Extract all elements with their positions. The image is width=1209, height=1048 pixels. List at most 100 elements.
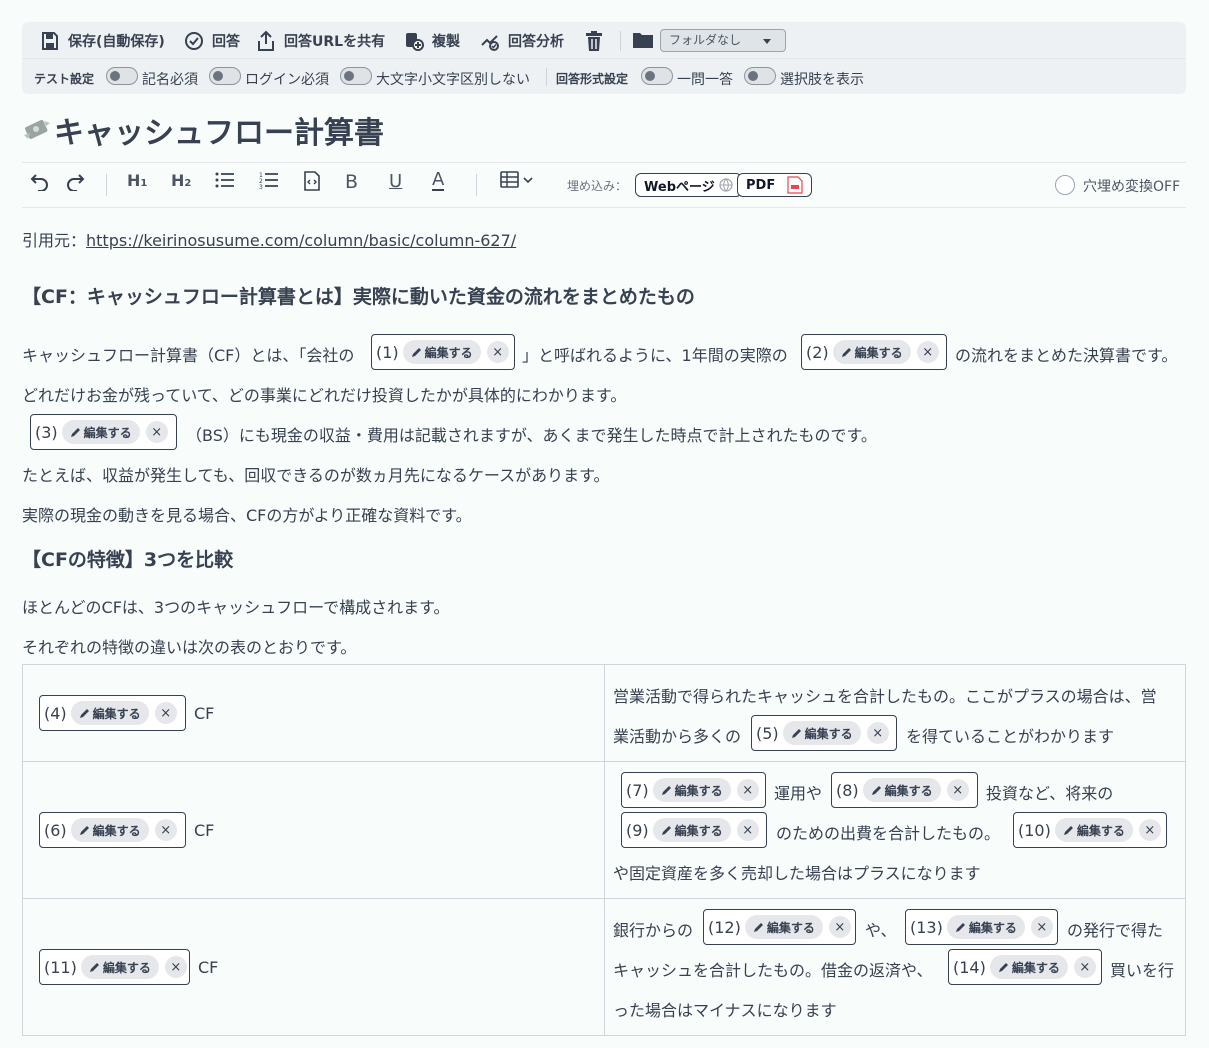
close-icon[interactable]: × (866, 722, 889, 744)
close-icon[interactable]: × (154, 702, 177, 724)
settings-panel: 保存(自動保存) 回答 回答URLを共有 複製 回答分析 フォルダなし テスト設… (22, 22, 1186, 94)
edit-blank-button[interactable]: 編集する (946, 915, 1025, 939)
edit-blank-button[interactable]: 編集する (652, 778, 731, 802)
bold-button[interactable]: B (345, 171, 358, 193)
edit-blank-label: 編集する (766, 920, 815, 935)
edit-blank-button[interactable]: 編集する (1054, 818, 1133, 842)
edit-blank-button[interactable]: 編集する (652, 818, 731, 842)
cloze-blank[interactable]: (8) 編集する × (831, 772, 978, 808)
heading1-button[interactable]: H1 (127, 171, 147, 190)
text-color-button[interactable]: A (432, 171, 445, 191)
close-icon[interactable]: × (145, 421, 168, 443)
folder-icon (633, 33, 653, 48)
answer-button[interactable]: 回答 (184, 31, 240, 51)
analysis-label: 回答分析 (508, 34, 564, 50)
edit-blank-button[interactable]: 編集する (744, 915, 823, 939)
ordered-list-button[interactable]: 123 (259, 171, 279, 189)
heading-cf-features: 【CFの特徴】3つを比較 (22, 549, 234, 571)
source-link[interactable]: https://keirinosusume.com/column/basic/c… (86, 231, 516, 250)
close-icon[interactable]: × (154, 819, 177, 841)
heading2-button[interactable]: H2 (171, 171, 191, 190)
cloze-blank[interactable]: (6) 編集する × (39, 812, 186, 848)
toolbar-divider (620, 31, 621, 51)
save-button[interactable]: 保存(自動保存) (40, 31, 165, 51)
row1-text-1: 営業活動で得られたキャッシュを合計したもの。ここがプラスの場合は、営 (613, 687, 1157, 706)
edit-blank-label: 編集する (1011, 960, 1060, 975)
pencil-icon (998, 963, 1008, 972)
embed-webpage-button[interactable]: Webページ (635, 173, 742, 197)
row3-text-5: 買いを行 (1110, 961, 1175, 980)
close-icon[interactable]: × (946, 779, 969, 801)
blank-number: (13) (910, 917, 943, 937)
close-icon[interactable]: × (486, 341, 509, 363)
close-icon[interactable]: × (1138, 819, 1161, 841)
show-choices-toggle[interactable] (744, 67, 776, 85)
cloze-blank[interactable]: (9) 編集する × (621, 812, 767, 848)
svg-text:3: 3 (259, 184, 263, 189)
cloze-blank[interactable]: (13) 編集する × (905, 909, 1058, 945)
close-icon[interactable]: × (828, 916, 851, 938)
embed-pdf-button[interactable]: PDF (737, 173, 813, 197)
cloze-blank[interactable]: (10) 編集する × (1013, 812, 1167, 848)
cloze-blank[interactable]: (14) 編集する × (948, 949, 1102, 985)
cloze-blank[interactable]: (4) 編集する × (39, 695, 186, 731)
cloze-blank[interactable]: (12) 編集する × (703, 909, 856, 945)
edit-blank-label: 編集する (424, 345, 473, 360)
blank-number: (4) (44, 703, 67, 723)
named-required-toggle[interactable] (106, 67, 138, 85)
paragraph-5: 実際の現金の動きを見る場合、CFの方がより正確な資料です。 (22, 506, 472, 525)
edit-blank-label: 編集する (884, 783, 933, 798)
cloze-blank[interactable]: (11) 編集する × (39, 949, 190, 985)
cloze-blank[interactable]: (2) 編集する × (801, 334, 947, 370)
row2-text-1: 運用や (774, 784, 823, 803)
undo-button[interactable] (30, 171, 50, 191)
close-icon[interactable]: × (164, 956, 187, 978)
edit-blank-button[interactable]: 編集する (70, 818, 149, 842)
analysis-button[interactable]: 回答分析 (480, 31, 564, 51)
cloze-convert-radio[interactable] (1055, 175, 1075, 195)
login-required-toggle[interactable] (209, 67, 241, 85)
close-icon[interactable]: × (736, 779, 759, 801)
edit-blank-button[interactable]: 編集する (70, 701, 149, 725)
duplicate-label: 複製 (432, 34, 460, 50)
cloze-blank[interactable]: (5) 編集する × (751, 715, 897, 751)
login-required-label: ログイン必須 (245, 72, 329, 88)
table-insert-button[interactable] (500, 171, 534, 189)
delete-button[interactable] (584, 30, 612, 52)
blank-number: (11) (44, 957, 77, 977)
close-icon[interactable]: × (916, 341, 939, 363)
underline-button[interactable]: U (389, 171, 402, 192)
share-icon (258, 30, 274, 51)
row2-text-2: 投資など、将来の (986, 784, 1114, 803)
cloze-blank[interactable]: (3) 編集する × (30, 414, 177, 450)
edit-blank-button[interactable]: 編集する (61, 420, 140, 444)
close-icon[interactable]: × (1073, 956, 1096, 978)
ordered-list-icon: 123 (259, 172, 278, 189)
cloze-convert-label: 穴埋め変換OFF (1083, 179, 1181, 195)
close-icon[interactable]: × (736, 819, 759, 841)
edit-blank-button[interactable]: 編集する (782, 721, 861, 745)
one-qa-label: 一問一答 (677, 72, 733, 88)
duplicate-button[interactable]: 複製 (404, 31, 460, 51)
document-title[interactable]: キャッシュフロー計算書 (54, 108, 384, 152)
blank-number: (5) (756, 723, 779, 743)
bullet-list-button[interactable] (215, 171, 235, 189)
close-icon[interactable]: × (1030, 916, 1053, 938)
code-block-button[interactable] (303, 171, 321, 191)
cloze-blank[interactable]: (7) 編集する × (621, 772, 766, 808)
folder-select[interactable]: フォルダなし (660, 29, 786, 52)
edit-blank-button[interactable]: 編集する (832, 340, 911, 364)
edit-blank-button[interactable]: 編集する (402, 340, 481, 364)
table-icon (500, 171, 519, 188)
pencil-icon (1063, 826, 1073, 835)
edit-blank-label: 編集する (102, 960, 151, 975)
cloze-blank[interactable]: (1) 編集する × (371, 334, 515, 370)
pencil-icon (411, 348, 421, 357)
one-qa-toggle[interactable] (641, 67, 673, 85)
redo-button[interactable] (65, 171, 85, 191)
edit-blank-button[interactable]: 編集する (80, 955, 159, 979)
case-insensitive-toggle[interactable] (340, 67, 372, 85)
edit-blank-button[interactable]: 編集する (862, 778, 941, 802)
share-url-button[interactable]: 回答URLを共有 (256, 30, 385, 52)
edit-blank-button[interactable]: 編集する (989, 955, 1068, 979)
